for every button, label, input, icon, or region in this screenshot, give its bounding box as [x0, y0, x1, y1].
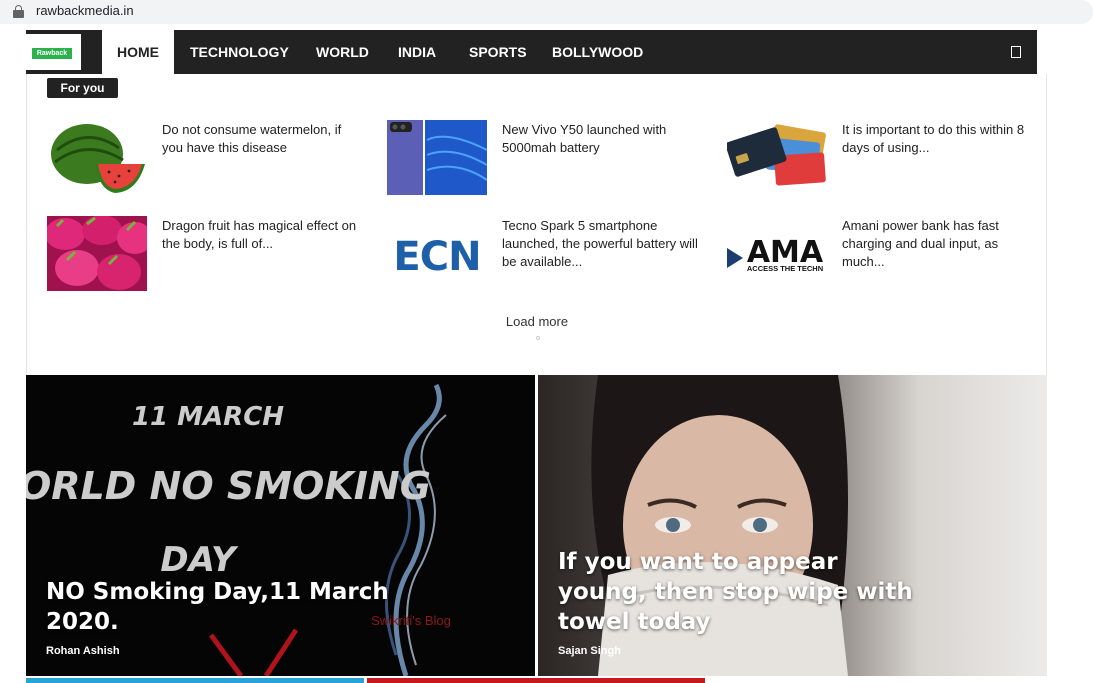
main-nav: Rawback HOME TECHNOLOGY WORLD INDIA SPOR… [26, 30, 1037, 74]
nav-item-technology[interactable]: TECHNOLOGY [190, 30, 289, 74]
image-day-text: DAY [160, 540, 239, 580]
for-you-badge: For you [47, 78, 118, 98]
phone-thumbnail[interactable] [387, 120, 487, 195]
list-item[interactable]: It is important to do this within 8 days… [727, 120, 1047, 196]
card-title[interactable]: Tecno Spark 5 smartphone launched, the p… [502, 217, 702, 271]
nav-item-home[interactable]: HOME [102, 30, 174, 74]
ecn-logo-thumbnail[interactable]: ECN [387, 216, 487, 291]
hero-title[interactable]: NO Smoking Day,11 March 2020. [46, 577, 406, 637]
lock-icon[interactable] [13, 5, 24, 18]
hero-card-towel[interactable]: If you want to appear young, then stop w… [538, 375, 1047, 676]
url-text[interactable]: rawbackmedia.in [36, 3, 134, 18]
category-strip-red [367, 678, 705, 683]
ama-logo-thumbnail[interactable]: AMA ACCESS THE TECHN [727, 216, 827, 291]
list-item[interactable]: Do not consume watermelon, if you have t… [47, 120, 367, 196]
nav-item-world[interactable]: WORLD [316, 30, 369, 74]
nav-item-sports[interactable]: SPORTS [469, 30, 527, 74]
menu-icon[interactable] [1011, 46, 1021, 58]
watermelon-thumbnail[interactable] [47, 120, 147, 195]
hero-card-no-smoking[interactable]: 11 MARCH WORLD NO SMOKING DAY Swikriti's… [26, 375, 535, 676]
card-title[interactable]: Amani power bank has fast charging and d… [842, 217, 1042, 271]
browser-address-bar[interactable]: rawbackmedia.in [0, 0, 1093, 24]
ecn-logo-text: ECN [393, 234, 480, 280]
image-date-text: 11 MARCH [132, 402, 284, 432]
category-strip-blue [26, 678, 364, 683]
image-headline-text: WORLD NO SMOKING [26, 464, 431, 508]
list-item[interactable]: AMA ACCESS THE TECHN Amani power bank ha… [727, 216, 1047, 292]
nav-item-bollywood[interactable]: BOLLYWOOD [552, 30, 643, 74]
credit-cards-thumbnail[interactable] [727, 120, 827, 195]
list-item[interactable]: ECN Tecno Spark 5 smartphone launched, t… [387, 216, 707, 292]
card-title[interactable]: It is important to do this within 8 days… [842, 121, 1042, 157]
hero-title[interactable]: If you want to appear young, then stop w… [558, 547, 918, 637]
load-more-button[interactable]: Load more [480, 314, 594, 329]
nav-item-india[interactable]: INDIA [398, 30, 436, 74]
list-item[interactable]: New Vivo Y50 launched with 5000mah batte… [387, 120, 707, 196]
address-pill[interactable] [0, 0, 1093, 24]
ama-logo-subtext: ACCESS THE TECHN [747, 264, 823, 273]
card-title[interactable]: Dragon fruit has magical effect on the b… [162, 217, 362, 253]
hero-author[interactable]: Sajan Singh [558, 645, 621, 657]
site-logo[interactable]: Rawback [26, 34, 81, 70]
card-title[interactable]: Do not consume watermelon, if you have t… [162, 121, 362, 157]
dragon-fruit-thumbnail[interactable] [47, 216, 147, 291]
list-item[interactable]: Dragon fruit has magical effect on the b… [47, 216, 367, 292]
hero-author[interactable]: Rohan Ashish [46, 645, 120, 657]
card-title[interactable]: New Vivo Y50 launched with 5000mah batte… [502, 121, 702, 157]
loading-dot [536, 336, 540, 340]
logo-text: Rawback [32, 48, 72, 59]
